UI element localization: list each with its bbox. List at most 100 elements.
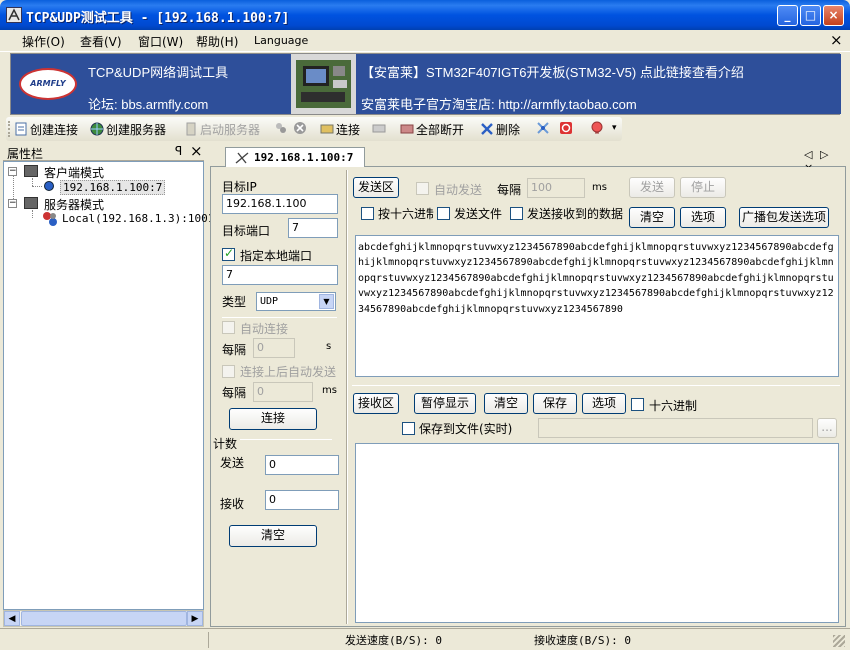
send-count-label: 发送: [220, 456, 245, 470]
send-button[interactable]: 发送: [629, 177, 675, 198]
counter-clear-button[interactable]: 清空: [229, 525, 317, 547]
menu-help[interactable]: 帮助(H): [196, 33, 238, 50]
server-start-icon: [186, 122, 196, 136]
expand-toggle-server[interactable]: −: [8, 199, 17, 208]
tree-server-item[interactable]: Local(192.168.1.3):1001: [62, 212, 214, 225]
sidebar-title: 属性栏: [7, 147, 44, 161]
send-options-button[interactable]: 选项: [680, 207, 726, 228]
scroll-right-arrow-icon[interactable]: ▶: [187, 611, 203, 626]
disconnect-all-button[interactable]: 全部断开: [400, 121, 464, 138]
tab-connection[interactable]: 192.168.1.100:7: [225, 147, 365, 168]
armfly-logo: ARMFLY: [19, 68, 77, 100]
ad-banner[interactable]: ARMFLY TCP&UDP网络调试工具 论坛: bbs.armfly.com …: [10, 53, 841, 115]
connect-button[interactable]: 连接: [320, 121, 360, 138]
help-icon[interactable]: [590, 121, 606, 136]
type-select-value: UDP: [260, 296, 279, 307]
recv-area-title: 接收区: [353, 393, 399, 414]
banner-forum: 论坛: bbs.armfly.com: [88, 97, 209, 112]
type-select[interactable]: UDP ▼: [256, 292, 336, 311]
connection-tree[interactable]: − 客户端模式 192.168.1.100:7 − 服务器模式 Local(19…: [3, 161, 214, 610]
stop-button[interactable]: 停止: [680, 177, 726, 198]
send-interval-unit: ms: [592, 182, 607, 193]
resize-grip-icon[interactable]: [833, 635, 845, 647]
counter-divider: [240, 439, 332, 440]
local-port-input[interactable]: 7: [222, 265, 338, 285]
pin-icon[interactable]: ꟼ: [175, 144, 182, 158]
server-config-icon[interactable]: [274, 121, 290, 136]
mdi-close-icon[interactable]: ×: [830, 31, 843, 49]
banner-left: ARMFLY TCP&UDP网络调试工具 论坛: bbs.armfly.com: [11, 54, 291, 114]
create-server-button[interactable]: 创建服务器: [90, 121, 166, 138]
recv-options-button[interactable]: 选项: [582, 393, 626, 414]
recv-clear-button[interactable]: 清空: [484, 393, 528, 414]
toolbar-grip: [8, 121, 11, 137]
menu-window[interactable]: 窗口(W): [138, 33, 183, 50]
toolbar-overflow-icon[interactable]: ▾: [612, 123, 617, 133]
target-port-label: 目标端口: [222, 224, 271, 238]
scroll-thumb[interactable]: [21, 611, 187, 626]
banner-ad-line[interactable]: 【安富莱】STM32F407IGT6开发板(STM32-V5) 点此链接查看介绍: [361, 62, 744, 81]
panel-splitter[interactable]: [346, 170, 348, 624]
interval2-input[interactable]: 0: [253, 382, 313, 402]
target-ip-input[interactable]: 192.168.1.100: [222, 194, 338, 214]
send-clear-button[interactable]: 清空: [629, 207, 675, 228]
disconnect-icon[interactable]: [372, 121, 388, 136]
broadcast-options-button[interactable]: 广播包发送选项: [739, 207, 829, 228]
stop-icon[interactable]: [293, 121, 309, 136]
interval-input[interactable]: 0: [253, 338, 295, 358]
recv-count-label: 接收: [220, 497, 245, 511]
create-connection-button[interactable]: 创建连接: [14, 121, 78, 138]
save-file-path-input[interactable]: [538, 418, 813, 438]
menu-language[interactable]: Language: [254, 34, 308, 47]
send-file-label: 发送文件: [454, 207, 503, 221]
hex-send-checkbox[interactable]: [361, 207, 374, 220]
target-port-input[interactable]: 7: [288, 218, 338, 238]
interval-label: 每隔: [222, 343, 247, 357]
connect-main-button[interactable]: 连接: [229, 408, 317, 430]
send-file-checkbox[interactable]: [437, 207, 450, 220]
sidebar-close-icon[interactable]: ×: [190, 142, 203, 160]
recv-save-button[interactable]: 保存: [533, 393, 577, 414]
recv-hex-checkbox[interactable]: [631, 398, 644, 411]
menu-operate[interactable]: 操作(O): [22, 33, 65, 50]
power-icon[interactable]: [559, 121, 575, 136]
interval2-label: 每隔: [222, 386, 247, 400]
send-interval-input[interactable]: 100: [527, 178, 585, 198]
local-port-checkbox[interactable]: [222, 246, 235, 261]
close-button[interactable]: ×: [823, 5, 844, 26]
title-bar[interactable]: TCP&UDP测试工具 - [192.168.1.100:7] _ □ ×: [0, 0, 850, 30]
browse-button[interactable]: ...: [817, 418, 837, 438]
auto-connect-label: 自动连接: [240, 322, 289, 336]
local-port-label: 指定本地端口: [240, 249, 313, 263]
recv-textarea[interactable]: [355, 443, 839, 623]
auto-send-checkbox[interactable]: [416, 182, 429, 195]
auto-send-after-checkbox[interactable]: [222, 365, 235, 378]
chevron-down-icon[interactable]: ▼: [319, 294, 334, 309]
globe-icon: [90, 122, 104, 136]
tree-lines-child-h: [32, 186, 42, 187]
target-ip-label: 目标IP: [222, 180, 257, 194]
recv-hex-label: 十六进制: [649, 399, 698, 413]
server-node-icon: [42, 211, 58, 227]
tree-client-item[interactable]: 192.168.1.100:7: [60, 180, 166, 195]
banner-shop-line[interactable]: 安富莱电子官方淘宝店: http://armfly.taobao.com: [361, 94, 637, 113]
menu-view[interactable]: 查看(V): [80, 33, 122, 50]
save-to-file-checkbox[interactable]: [402, 422, 415, 435]
scroll-left-arrow-icon[interactable]: ◀: [4, 611, 20, 626]
send-received-checkbox[interactable]: [510, 207, 523, 220]
minimize-button[interactable]: _: [777, 5, 798, 26]
maximize-button[interactable]: □: [800, 5, 821, 26]
expand-toggle-client[interactable]: −: [8, 167, 17, 176]
delete-button[interactable]: 删除: [480, 121, 520, 138]
send-count-field: 0: [265, 455, 339, 475]
recv-divider: [352, 385, 840, 386]
banner-right[interactable]: 【安富莱】STM32F407IGT6开发板(STM32-V5) 点此链接查看介绍…: [356, 54, 841, 114]
auto-connect-checkbox[interactable]: [222, 321, 235, 334]
start-server-button[interactable]: 启动服务器: [184, 121, 260, 138]
sidebar-horizontal-scrollbar[interactable]: ◀ ▶: [3, 610, 204, 627]
send-textarea[interactable]: abcdefghijklmnopqrstuvwxyz1234567890abcd…: [355, 235, 839, 377]
network-icon[interactable]: [536, 121, 552, 136]
tree-client-mode[interactable]: 客户端模式: [44, 164, 104, 181]
pause-display-button[interactable]: 暂停显示: [414, 393, 476, 414]
board-image: [291, 54, 356, 114]
